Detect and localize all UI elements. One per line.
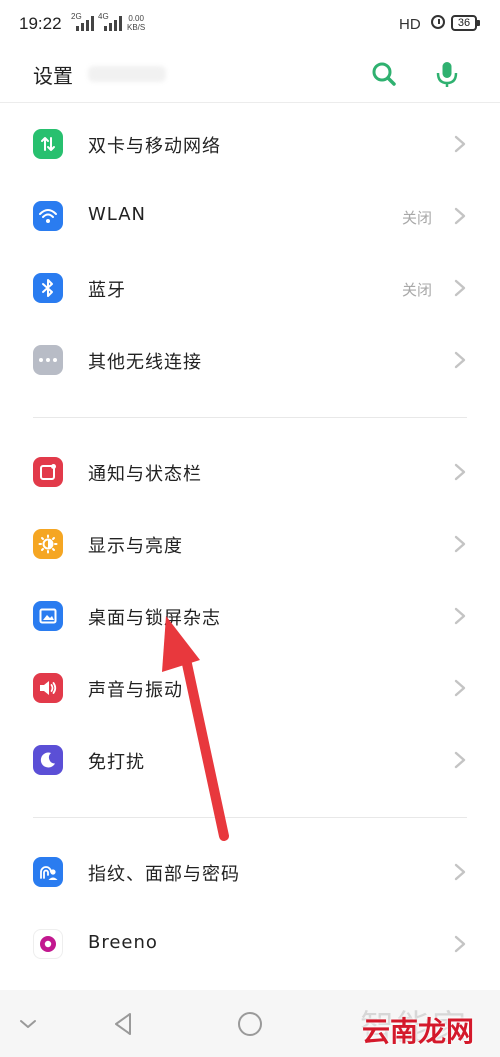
chevron-right-icon: [454, 935, 466, 953]
section-divider: [33, 417, 467, 418]
blurred-region: [88, 66, 166, 82]
chevron-right-icon: [454, 535, 466, 553]
settings-item-desktop-lockscreen[interactable]: 桌面与锁屏杂志: [0, 580, 500, 652]
chevron-right-icon: [454, 751, 466, 769]
item-label: 指纹、面部与密码: [88, 864, 240, 885]
chevron-right-icon: [454, 279, 466, 297]
wallpaper-icon: [33, 601, 63, 631]
network-speed: 0.00 KB/S: [127, 14, 145, 32]
item-label: 显示与亮度: [88, 536, 183, 557]
chevron-right-icon: [454, 863, 466, 881]
item-label: WLAN: [88, 204, 147, 225]
settings-item-fingerprint-face-password[interactable]: 指纹、面部与密码: [0, 836, 500, 908]
settings-item-display[interactable]: 显示与亮度: [0, 508, 500, 580]
notification-icon: [33, 457, 63, 487]
settings-item-sim-network[interactable]: 双卡与移动网络: [0, 108, 500, 180]
item-label: 免打扰: [88, 752, 145, 773]
item-label: 声音与振动: [88, 680, 183, 701]
home-icon[interactable]: [232, 1006, 268, 1042]
microphone-icon[interactable]: [429, 56, 465, 92]
alarm-icon: [431, 15, 445, 29]
signal-icon: [76, 15, 94, 31]
item-value: 关闭: [401, 281, 432, 299]
volume-icon: [33, 673, 63, 703]
section-divider: [33, 817, 467, 818]
settings-item-sound[interactable]: 声音与振动: [0, 652, 500, 724]
chevron-right-icon: [454, 351, 466, 369]
moon-icon: [33, 745, 63, 775]
status-bar: 19:22 2G 4G 0.00 KB/S HD 36: [0, 0, 500, 46]
item-label: 桌面与锁屏杂志: [88, 608, 221, 629]
back-icon[interactable]: [106, 1006, 142, 1042]
chevron-right-icon: [454, 463, 466, 481]
bluetooth-icon: [33, 273, 63, 303]
settings-item-other-wireless[interactable]: 其他无线连接: [0, 324, 500, 396]
settings-item-wlan[interactable]: WLAN 关闭: [0, 180, 500, 252]
item-label: Breeno: [88, 932, 158, 953]
brightness-icon: [33, 529, 63, 559]
chevron-right-icon: [454, 135, 466, 153]
settings-item-do-not-disturb[interactable]: 免打扰: [0, 724, 500, 796]
app-header: 设置: [0, 46, 500, 103]
speed-unit: KB/S: [127, 23, 146, 32]
signal-icon: [104, 15, 122, 31]
more-dots-icon: [33, 345, 63, 375]
item-label: 其他无线连接: [88, 352, 202, 373]
chevron-right-icon: [454, 679, 466, 697]
breeno-icon: [33, 929, 63, 959]
item-label: 通知与状态栏: [88, 464, 202, 485]
battery-icon: 36: [451, 15, 480, 31]
chevron-down-icon[interactable]: [10, 1006, 46, 1042]
chevron-right-icon: [454, 607, 466, 625]
status-time: 19:22: [19, 14, 62, 33]
settings-item-breeno[interactable]: Breeno: [0, 908, 500, 980]
speed-value: 0.00: [128, 14, 144, 23]
page-title: 设置: [33, 64, 73, 88]
item-label: 蓝牙: [88, 280, 126, 301]
hd-indicator: HD: [399, 16, 421, 33]
item-value: 关闭: [401, 209, 432, 227]
item-label: 双卡与移动网络: [88, 136, 221, 157]
sim-network-icon: [33, 129, 63, 159]
fingerprint-face-icon: [33, 857, 63, 887]
settings-item-bluetooth[interactable]: 蓝牙 关闭: [0, 252, 500, 324]
watermark-bottom: 云南龙网: [362, 1015, 475, 1048]
search-icon[interactable]: [366, 56, 402, 92]
wifi-icon: [33, 201, 63, 231]
chevron-right-icon: [454, 207, 466, 225]
settings-item-notification[interactable]: 通知与状态栏: [0, 436, 500, 508]
